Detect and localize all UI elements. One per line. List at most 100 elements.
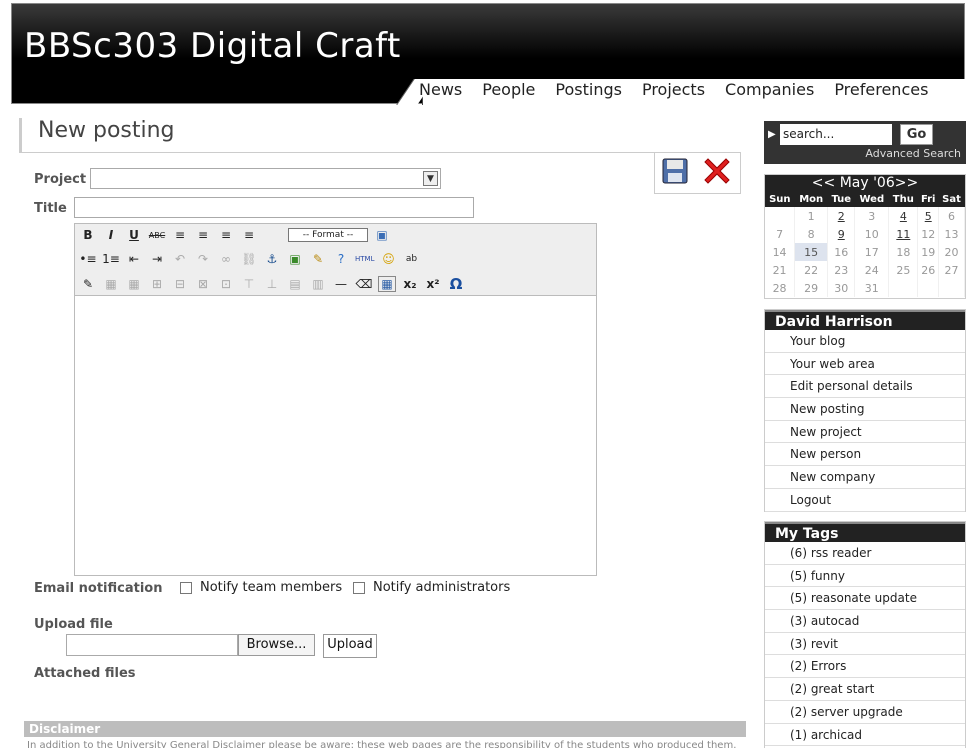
user-menu-item[interactable]: Edit personal details — [765, 375, 965, 399]
emoticon-icon[interactable]: ☺ — [379, 252, 397, 266]
rich-text-editor[interactable]: B I U ABC ≡ ≡ ≡ ≡ -- Format -- ▣ •≡ 1≡ ⇤… — [74, 223, 597, 576]
outdent-icon[interactable]: ⇤ — [125, 252, 143, 266]
nav-preferences[interactable]: Preferences — [834, 80, 928, 99]
file-path-input[interactable] — [66, 634, 238, 656]
user-menu-item[interactable]: New person — [765, 443, 965, 467]
format-select[interactable]: -- Format -- — [288, 228, 368, 242]
delete-row-icon[interactable]: ⊠ — [194, 277, 212, 291]
redo-icon[interactable]: ↷ — [194, 252, 212, 266]
insert-col-before-icon[interactable]: ⊡ — [217, 277, 235, 291]
horizontal-rule-icon[interactable]: — — [332, 277, 350, 291]
tag-item[interactable]: (6) rss reader — [765, 542, 965, 565]
project-select[interactable]: ▼ — [90, 168, 441, 189]
upload-button[interactable]: Upload — [323, 634, 377, 658]
calendar-day[interactable]: 11 — [888, 225, 919, 243]
numbered-list-icon[interactable]: 1≡ — [102, 252, 120, 266]
calendar-day-header: Mon — [794, 192, 828, 207]
tag-item[interactable]: (2) great start — [765, 678, 965, 701]
subscript-icon[interactable]: x₂ — [401, 277, 419, 291]
bullet-list-icon[interactable]: •≡ — [79, 252, 97, 266]
calendar-title[interactable]: << May '06>> — [765, 175, 965, 192]
play-icon: ▶ — [768, 129, 776, 140]
insert-row-after-icon[interactable]: ⊟ — [171, 277, 189, 291]
user-menu-item[interactable]: Your blog — [765, 330, 965, 353]
nav-postings[interactable]: Postings — [555, 80, 622, 99]
tag-item[interactable]: (5) reasonate update — [765, 587, 965, 611]
edit-icon[interactable]: ✎ — [79, 277, 97, 291]
html-icon[interactable]: HTML — [355, 255, 374, 263]
calendar-day[interactable]: 9 — [827, 225, 856, 243]
toolbar-row-1: B I U ABC ≡ ≡ ≡ ≡ -- Format -- ▣ — [79, 228, 391, 242]
nav-companies[interactable]: Companies — [725, 80, 814, 99]
notify-team-checkbox[interactable] — [180, 581, 192, 594]
image-icon[interactable]: ▣ — [286, 252, 304, 266]
align-left-icon[interactable]: ≡ — [171, 228, 189, 242]
tag-item[interactable]: (2) server upgrade — [765, 701, 965, 724]
delete-col-icon[interactable]: ⊥ — [263, 277, 281, 291]
table-icon[interactable]: ▦ — [378, 276, 396, 292]
eraser-icon[interactable]: ⌫ — [355, 277, 373, 291]
link-icon[interactable]: ∞ — [217, 252, 235, 266]
user-menu-item[interactable]: New project — [765, 421, 965, 444]
calendar-week: 21 22 23 24 25 26 27 — [765, 261, 965, 279]
insert-row-before-icon[interactable]: ⊞ — [148, 277, 166, 291]
table-row-props-icon[interactable]: ▦ — [102, 277, 120, 291]
calendar-day[interactable]: 2 — [827, 207, 856, 225]
calendar-day[interactable]: 5 — [917, 207, 940, 225]
insert-col-after-icon[interactable]: ⊤ — [240, 277, 258, 291]
nav-projects[interactable]: Projects — [642, 80, 705, 99]
site-title[interactable]: BBSc303 Digital Craft — [24, 26, 401, 66]
superscript-icon[interactable]: x² — [424, 277, 442, 291]
title-input[interactable] — [74, 197, 474, 218]
calendar-day-header: Sun — [765, 192, 795, 207]
calendar-day: 26 — [917, 261, 940, 279]
user-menu-item[interactable]: New posting — [765, 398, 965, 421]
special-char-icon[interactable]: Ω — [447, 275, 465, 293]
spellcheck-icon[interactable]: ab — [402, 254, 420, 264]
bold-button[interactable]: B — [79, 228, 97, 242]
merge-cells-icon[interactable]: ▥ — [309, 277, 327, 291]
tag-item[interactable]: (1) archicad — [765, 724, 965, 747]
align-justify-icon[interactable]: ≡ — [240, 228, 258, 242]
calendar-day: 12 — [917, 225, 940, 243]
user-menu-item[interactable]: Logout — [765, 489, 965, 512]
chevron-down-icon[interactable]: ▼ — [423, 171, 438, 186]
align-right-icon[interactable]: ≡ — [217, 228, 235, 242]
tag-item[interactable]: (2) Errors — [765, 655, 965, 679]
calendar-day: 6 — [938, 207, 965, 225]
close-icon[interactable] — [701, 155, 733, 191]
nav-people[interactable]: People — [482, 80, 535, 99]
email-notification-label: Email notification — [34, 581, 163, 596]
editor-toolbar: B I U ABC ≡ ≡ ≡ ≡ -- Format -- ▣ •≡ 1≡ ⇤… — [75, 224, 596, 296]
source-icon[interactable]: ▣ — [373, 228, 391, 242]
save-icon[interactable] — [662, 158, 688, 188]
user-menu-item[interactable]: New company — [765, 466, 965, 489]
calendar-day-header: Thu — [888, 192, 918, 207]
align-center-icon[interactable]: ≡ — [194, 228, 212, 242]
underline-button[interactable]: U — [125, 228, 143, 242]
strikethrough-button[interactable]: ABC — [148, 231, 166, 240]
advanced-search-link[interactable]: Advanced Search — [865, 147, 961, 160]
help-icon[interactable]: ? — [332, 252, 350, 266]
cleanup-icon[interactable]: ✎ — [309, 252, 327, 266]
tag-item[interactable]: (3) autocad — [765, 610, 965, 633]
table-cell-props-icon[interactable]: ▦ — [125, 277, 143, 291]
notify-admins-checkbox[interactable] — [353, 581, 365, 594]
undo-icon[interactable]: ↶ — [171, 252, 189, 266]
italic-button[interactable]: I — [102, 228, 120, 242]
go-button[interactable]: Go — [900, 124, 933, 145]
tags-panel: My Tags (6) rss reader (5) funny (5) reaso… — [764, 521, 966, 748]
nav-news[interactable]: News — [419, 80, 462, 99]
user-menu-item[interactable]: Your web area — [765, 353, 965, 376]
tag-item[interactable]: (5) funny — [765, 565, 965, 588]
indent-icon[interactable]: ⇥ — [148, 252, 166, 266]
calendar-day[interactable]: 4 — [888, 207, 919, 225]
unlink-icon[interactable]: ⛓ — [240, 252, 258, 266]
anchor-icon[interactable]: ⚓ — [263, 252, 281, 266]
split-cells-icon[interactable]: ▤ — [286, 277, 304, 291]
search-input[interactable]: search... — [780, 124, 892, 145]
user-menu: Your blog Your web area Edit personal deta… — [765, 330, 965, 512]
tag-item[interactable]: (3) revit — [765, 633, 965, 656]
browse-button[interactable]: Browse... — [238, 634, 315, 656]
calendar-week: 14 15 16 17 18 19 20 — [765, 243, 965, 261]
